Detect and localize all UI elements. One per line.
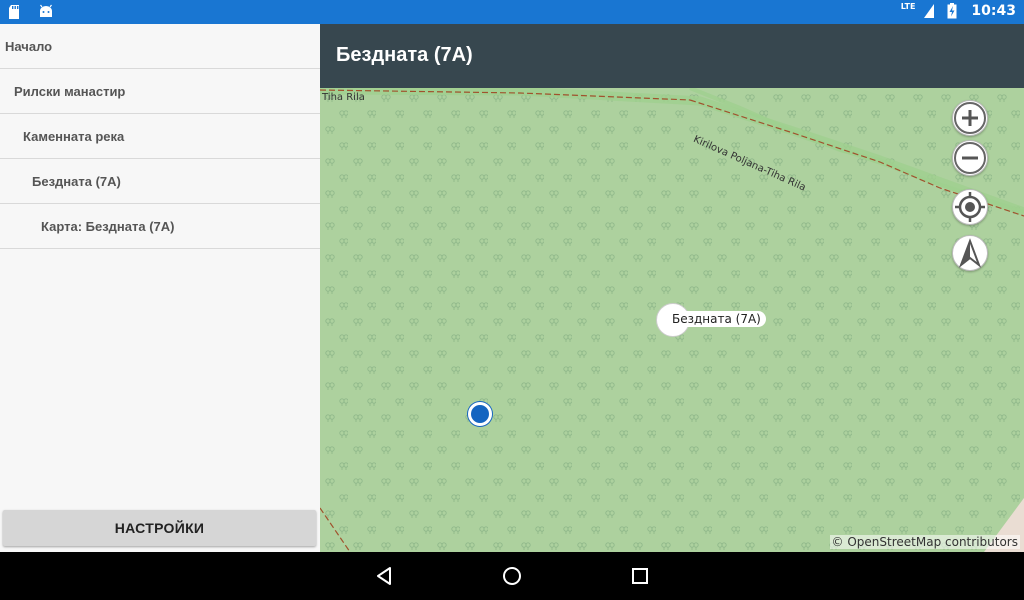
home-button[interactable] <box>500 564 524 588</box>
minus-icon <box>954 142 986 174</box>
settings-button[interactable]: НАСТРОЙКИ <box>3 510 316 546</box>
zoom-in-button[interactable] <box>952 100 988 136</box>
map-attribution[interactable]: © OpenStreetMap contributors <box>829 535 1020 549</box>
breadcrumb-item-label: Карта: Бездната (7A) <box>41 218 175 234</box>
current-location-dot <box>468 402 492 426</box>
android-icon <box>38 4 54 20</box>
app-toolbar: Бездната (7A) <box>320 24 1024 88</box>
breadcrumb-item-label: Бездната (7A) <box>32 173 121 189</box>
status-bar: LTE 10:43 <box>0 0 1024 24</box>
navigation-drawer: Начало Рилски манастир Каменната река Бе… <box>0 24 320 552</box>
battery-charging-icon <box>947 3 963 19</box>
breadcrumb-item-stone-river[interactable]: Каменната река <box>0 114 320 159</box>
breadcrumb-item-rila-monastery[interactable]: Рилски манастир <box>0 69 320 114</box>
network-type: LTE <box>900 2 916 11</box>
system-navigation-bar <box>0 552 1024 600</box>
road-label: Tiha Rila <box>322 92 365 103</box>
back-button[interactable] <box>372 564 396 588</box>
breadcrumb-item-abyss[interactable]: Бездната (7A) <box>0 159 320 204</box>
crosshair-icon <box>955 192 985 222</box>
zoom-out-button[interactable] <box>952 140 988 176</box>
breadcrumb-item-map[interactable]: Карта: Бездната (7A) <box>0 204 320 249</box>
sd-card-icon <box>8 4 24 20</box>
map-view[interactable]: Tiha Rila Kirilova Poljana-Tiha Rila Без… <box>320 88 1024 552</box>
recents-square-icon <box>632 568 648 584</box>
compass-north-icon <box>958 238 982 268</box>
recents-button[interactable] <box>628 564 652 588</box>
breadcrumb-item-label: Начало <box>5 38 53 54</box>
clock: 10:43 <box>971 3 1016 19</box>
compass-button[interactable] <box>952 235 988 271</box>
plus-icon <box>954 102 986 134</box>
back-triangle-icon <box>377 567 391 585</box>
home-circle-icon <box>503 567 521 585</box>
breadcrumb-item-label: Каменната река <box>23 128 125 144</box>
my-location-button[interactable] <box>952 189 988 225</box>
breadcrumb-item-label: Рилски манастир <box>14 83 126 99</box>
poi-marker-label[interactable]: Бездната (7A) <box>667 311 766 327</box>
signal-icon <box>923 3 939 19</box>
page-title: Бездната (7A) <box>336 44 473 66</box>
breadcrumb-item-home[interactable]: Начало <box>0 24 320 69</box>
